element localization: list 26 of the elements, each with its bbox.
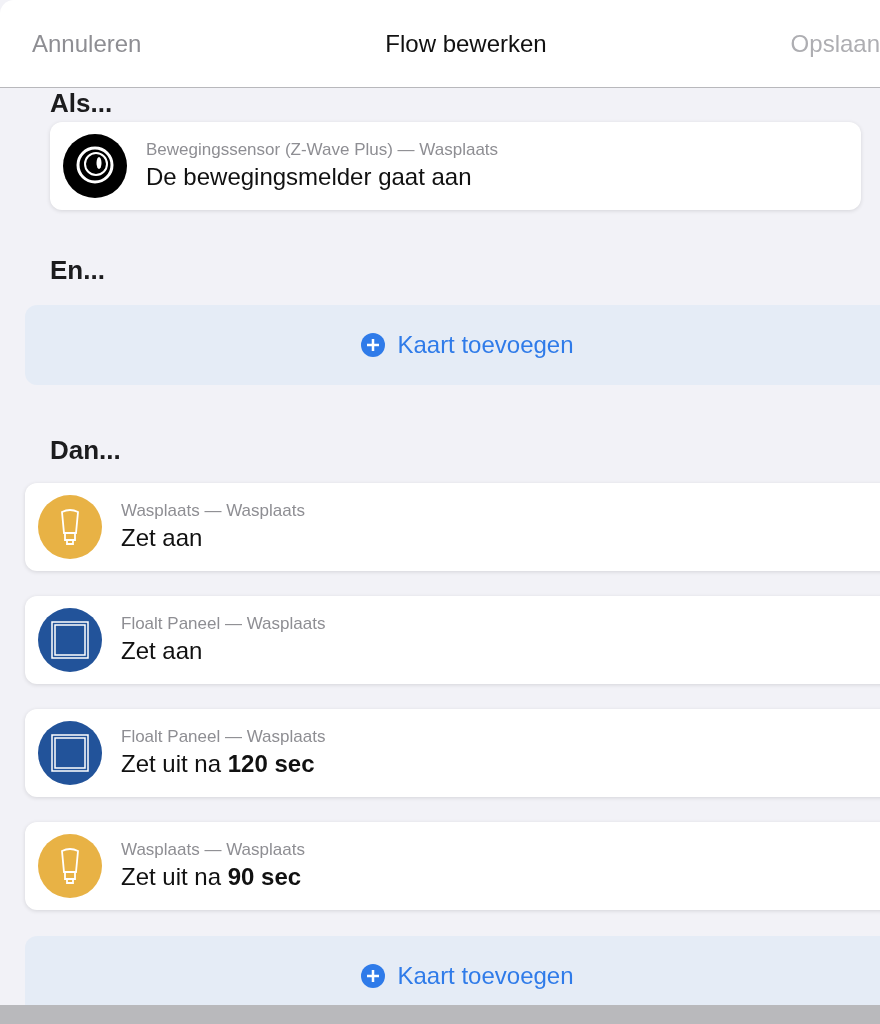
card-subtitle: Wasplaats — Wasplaats xyxy=(121,501,305,522)
flow-card[interactable]: Bewegingssensor (Z-Wave Plus) — Wasplaats De bewegingsmelder gaat aan xyxy=(50,122,861,210)
card-subtitle: Floalt Paneel — Wasplaats xyxy=(121,727,326,748)
card-title: De bewegingsmelder gaat aan xyxy=(146,161,473,192)
flow-card[interactable]: Floalt Paneel — Wasplaats Zet uit na 120 sec xyxy=(25,709,880,797)
square-panel-icon xyxy=(38,608,102,672)
card-subtitle: Bewegingssensor (Z-Wave Plus) — Wasplaats xyxy=(146,140,499,161)
section-heading: Als... xyxy=(50,88,114,118)
flow-card[interactable]: Wasplaats — Wasplaats Zet uit na 90 sec xyxy=(25,822,880,910)
card-subtitle: Wasplaats — Wasplaats xyxy=(121,840,305,861)
section-heading: En... xyxy=(50,255,106,285)
section-heading: Dan... xyxy=(50,435,122,465)
light-bulb-icon xyxy=(38,834,102,898)
light-bulb-icon xyxy=(38,495,102,559)
card-title: Zet uit na 120 sec xyxy=(121,748,316,779)
motion-sensor-icon xyxy=(63,134,127,198)
plus-icon xyxy=(361,333,386,357)
flow-card[interactable]: Floalt Paneel — Wasplaats Zet aan xyxy=(25,596,880,684)
card-title: Zet uit na 90 sec xyxy=(121,861,303,892)
flow-card[interactable]: Wasplaats — Wasplaats Zet aan xyxy=(25,483,880,571)
card-subtitle: Floalt Paneel — Wasplaats xyxy=(121,614,326,635)
card-title: Zet aan xyxy=(121,635,204,666)
page-title: Flow bewerken xyxy=(385,28,547,59)
square-panel-icon xyxy=(38,721,102,785)
card-title: Zet aan xyxy=(121,522,204,553)
plus-icon xyxy=(361,964,386,988)
